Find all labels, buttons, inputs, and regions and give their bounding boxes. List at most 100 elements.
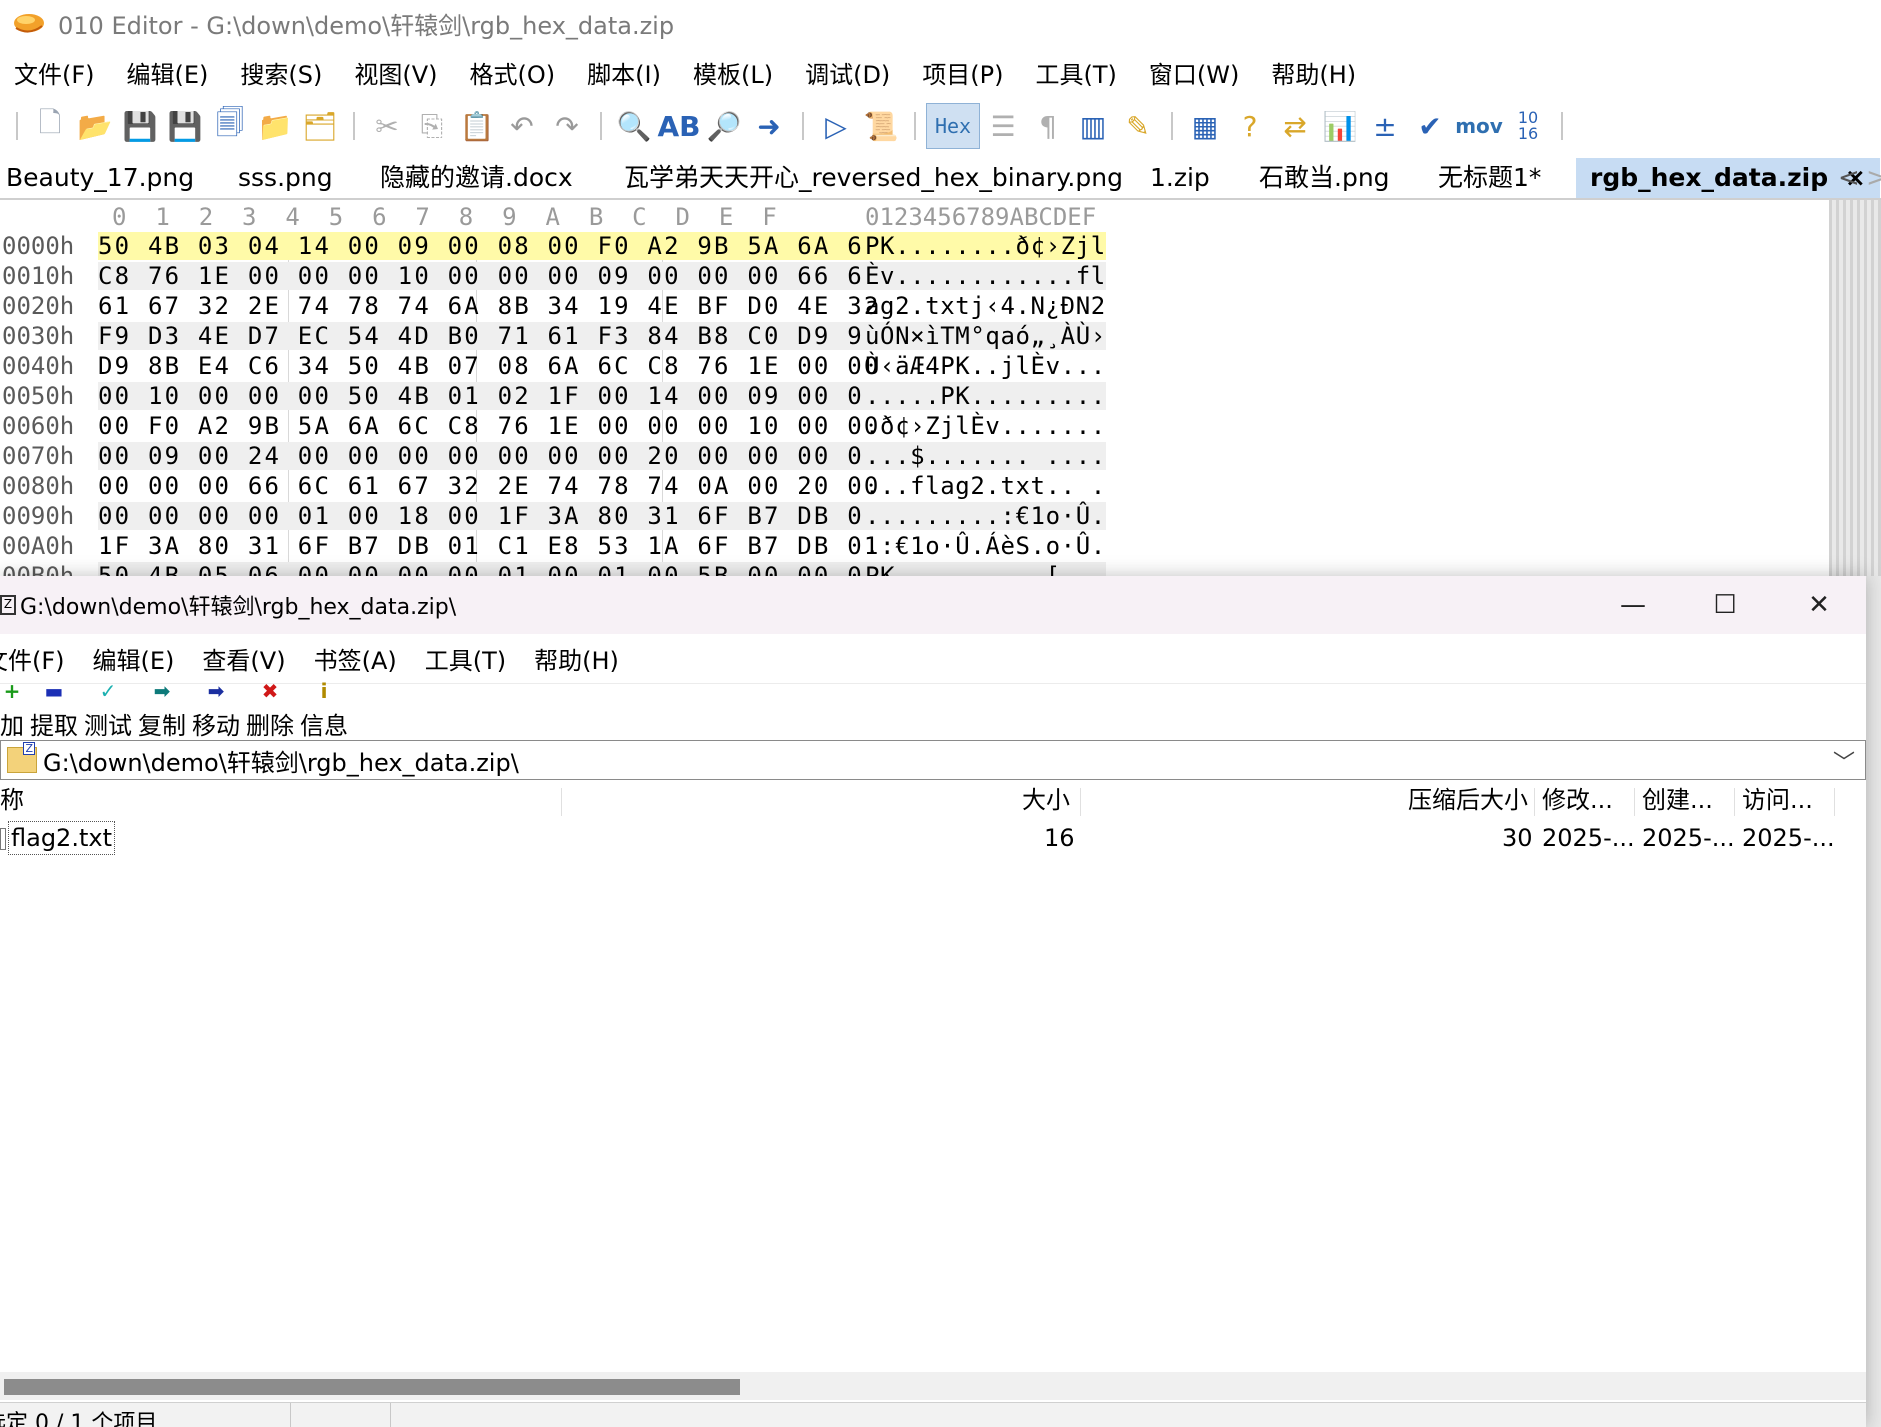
archive-menu-bookmarks[interactable]: 书签(A) (314, 641, 397, 676)
hex-row-ascii[interactable]: ...$....... .... (865, 442, 1106, 470)
calculator-icon[interactable]: ▦ (1183, 102, 1227, 150)
move-button[interactable]: ➡ 移动 (192, 676, 240, 742)
column-created[interactable]: 创建... (1642, 782, 1713, 818)
column-size[interactable]: 大小 (1022, 782, 1070, 818)
editor-menu-tools[interactable]: 工具(T) (1036, 55, 1117, 90)
hex-row-bytes[interactable]: 1F 3A 80 31 6F B7 DB 01 C1 E8 53 1A 6F B… (98, 532, 881, 560)
archive-menu-help[interactable]: 帮助(H) (534, 641, 619, 676)
hex-row-ascii[interactable]: ag2.txtj‹4.N¿ÐN2 (865, 292, 1106, 320)
swap-icon[interactable]: ⇄ (1273, 102, 1317, 150)
editor-menu-script[interactable]: 脚本(I) (587, 55, 661, 90)
tab-shigandang[interactable]: 石敢当.png (1259, 158, 1390, 198)
editor-menu-help[interactable]: 帮助(H) (1271, 55, 1356, 90)
hex-row-bytes[interactable]: D9 8B E4 C6 34 50 4B 07 08 6A 6C C8 76 1… (98, 352, 881, 380)
hex-row-ascii[interactable]: Èv............fl (865, 262, 1106, 290)
tab-sss[interactable]: sss.png (238, 158, 333, 198)
column-modified[interactable]: 修改... (1542, 782, 1613, 818)
chevron-down-icon[interactable]: ﹀ (1833, 745, 1855, 777)
tab-untitled[interactable]: 无标题1* (1438, 158, 1541, 198)
editor-menu-edit[interactable]: 编辑(E) (127, 55, 209, 90)
hex-row-bytes[interactable]: 00 10 00 00 00 50 4B 01 02 1F 00 14 00 0… (98, 382, 881, 410)
copy-button[interactable]: ➡ 复制 (138, 676, 186, 742)
checksum-icon[interactable]: ✔ (1408, 102, 1452, 150)
add-sub-icon[interactable]: ± (1363, 102, 1407, 150)
undo-icon[interactable]: ↶ (500, 102, 544, 150)
column-name[interactable]: 称 (0, 782, 24, 818)
editor-menu-template[interactable]: 模板(L) (693, 55, 773, 90)
archive-menu-file[interactable]: 文件(F) (0, 641, 65, 676)
clear-icon[interactable]: ✎ (1116, 102, 1160, 150)
table-row[interactable]: flag2.txt 16 30 2025-... 2025-... 2025-.… (0, 820, 1866, 856)
hex-row-bytes[interactable]: C8 76 1E 00 00 00 10 00 00 00 09 00 00 0… (98, 262, 881, 290)
hex-row-bytes[interactable]: F9 D3 4E D7 EC 54 4D B0 71 61 F3 84 B8 C… (98, 322, 881, 350)
paste-icon[interactable]: 📋 (455, 102, 499, 150)
hex-row-ascii[interactable]: .....PK......... (865, 382, 1106, 410)
hex-row-ascii[interactable]: .........:€1o·Û. (865, 502, 1106, 530)
scrollbar-thumb[interactable] (4, 1379, 740, 1395)
hex-row-bytes[interactable]: 00 00 00 00 01 00 18 00 1F 3A 80 31 6F B… (98, 502, 881, 530)
archive-menu-tools[interactable]: 工具(T) (425, 641, 506, 676)
new-file-icon[interactable]: 🗋 (28, 102, 72, 150)
file-name[interactable]: flag2.txt (8, 821, 115, 855)
open-project-icon[interactable]: 🗂 (298, 102, 342, 150)
save-as-icon[interactable]: 💾 (163, 102, 207, 150)
editor-menu-debug[interactable]: 调试(D) (805, 55, 890, 90)
redo-icon[interactable]: ↷ (545, 102, 589, 150)
add-button[interactable]: + 加 (0, 676, 24, 742)
hex-row-ascii[interactable]: ...flag2.txt.. . (865, 472, 1106, 500)
find-in-files-icon[interactable]: 🔎 (702, 102, 746, 150)
hex-row-bytes[interactable]: 00 00 00 66 6C 61 67 32 2E 74 78 74 0A 0… (98, 472, 881, 500)
minimize-button[interactable]: — (1588, 576, 1678, 634)
info-button[interactable]: i 信息 (300, 676, 348, 742)
archive-menu-view[interactable]: 查看(V) (202, 641, 285, 676)
hex-row-bytes[interactable]: 00 09 00 24 00 00 00 00 00 00 00 20 00 0… (98, 442, 881, 470)
editor-menu-window[interactable]: 窗口(W) (1149, 55, 1239, 90)
columns-icon[interactable]: ▥ (1071, 102, 1115, 150)
base-converter-icon[interactable]: 10 16 (1506, 102, 1550, 150)
column-accessed[interactable]: 访问... (1742, 782, 1813, 818)
goto-icon[interactable]: ➜ (747, 102, 791, 150)
editor-menu-project[interactable]: 项目(P) (922, 55, 1003, 90)
show-whitespace-icon[interactable]: ¶ (1026, 102, 1070, 150)
editor-menu-view[interactable]: 视图(V) (354, 55, 437, 90)
delete-button[interactable]: ✖ 删除 (246, 676, 294, 742)
tab-beauty-17[interactable]: Beauty_17.png (6, 158, 194, 198)
address-bar[interactable]: G:\down\demo\轩辕剑\rgb_hex_data.zip\ ﹀ (0, 740, 1866, 780)
save-icon[interactable]: 💾 (118, 102, 162, 150)
editor-menu-search[interactable]: 搜索(S) (240, 55, 322, 90)
hex-mode-button[interactable]: Hex (926, 103, 980, 149)
mov-button[interactable]: mov (1453, 102, 1505, 150)
archive-menu-edit[interactable]: 编辑(E) (93, 641, 175, 676)
hex-row-ascii[interactable]: Ù‹äÆ4PK..jlÈv... (865, 352, 1106, 380)
maximize-button[interactable]: ☐ (1680, 576, 1770, 634)
editor-vertical-scrollbar[interactable] (1829, 200, 1881, 580)
save-all-icon[interactable]: 🗐 (208, 102, 252, 150)
tab-scroll-right-icon[interactable]: > (1866, 158, 1881, 198)
tab-1zip[interactable]: 1.zip (1150, 158, 1210, 198)
help-icon[interactable]: ? (1228, 102, 1272, 150)
extract-button[interactable]: ▬ 提取 (30, 676, 78, 742)
hex-row-bytes[interactable]: 00 F0 A2 9B 5A 6A 6C C8 76 1E 00 00 00 1… (98, 412, 881, 440)
test-button[interactable]: ✓ 测试 (84, 676, 132, 742)
cut-icon[interactable]: ✂ (365, 102, 409, 150)
hex-row-ascii[interactable]: .ð¢›ZjlÈv....... (865, 412, 1106, 440)
open-folder-icon[interactable]: 📂 (73, 102, 117, 150)
column-packed-size[interactable]: 压缩后大小 (1408, 782, 1528, 818)
editor-menu-file[interactable]: 文件(F) (14, 55, 95, 90)
tab-scroll-left-icon[interactable]: < (1838, 158, 1860, 198)
tab-rgb-hex-data[interactable]: rgb_hex_data.zip × (1576, 158, 1880, 198)
tab-reversed-hex[interactable]: 瓦学弟天天开心_reversed_hex_binary.png (624, 158, 1123, 198)
run-template-icon[interactable]: 📜 (859, 102, 903, 150)
hex-row-bytes[interactable]: 50 4B 03 04 14 00 09 00 08 00 F0 A2 9B 5… (98, 232, 881, 260)
horizontal-scrollbar[interactable] (0, 1372, 1866, 1400)
replace-icon[interactable]: AB (657, 102, 701, 150)
compare-icon[interactable]: ☰ (981, 102, 1025, 150)
open-workspace-icon[interactable]: 📁 (253, 102, 297, 150)
copy-icon[interactable]: ⎘ (410, 102, 454, 150)
editor-menu-format[interactable]: 格式(O) (470, 55, 556, 90)
find-icon[interactable]: 🔍 (612, 102, 656, 150)
close-button[interactable]: ✕ (1774, 576, 1864, 634)
hex-row-ascii[interactable]: ùÓN×ìTM°qaó„¸ÀÙ› (865, 322, 1106, 350)
run-script-icon[interactable]: ▷ (814, 102, 858, 150)
histogram-icon[interactable]: 📊 (1318, 102, 1362, 150)
